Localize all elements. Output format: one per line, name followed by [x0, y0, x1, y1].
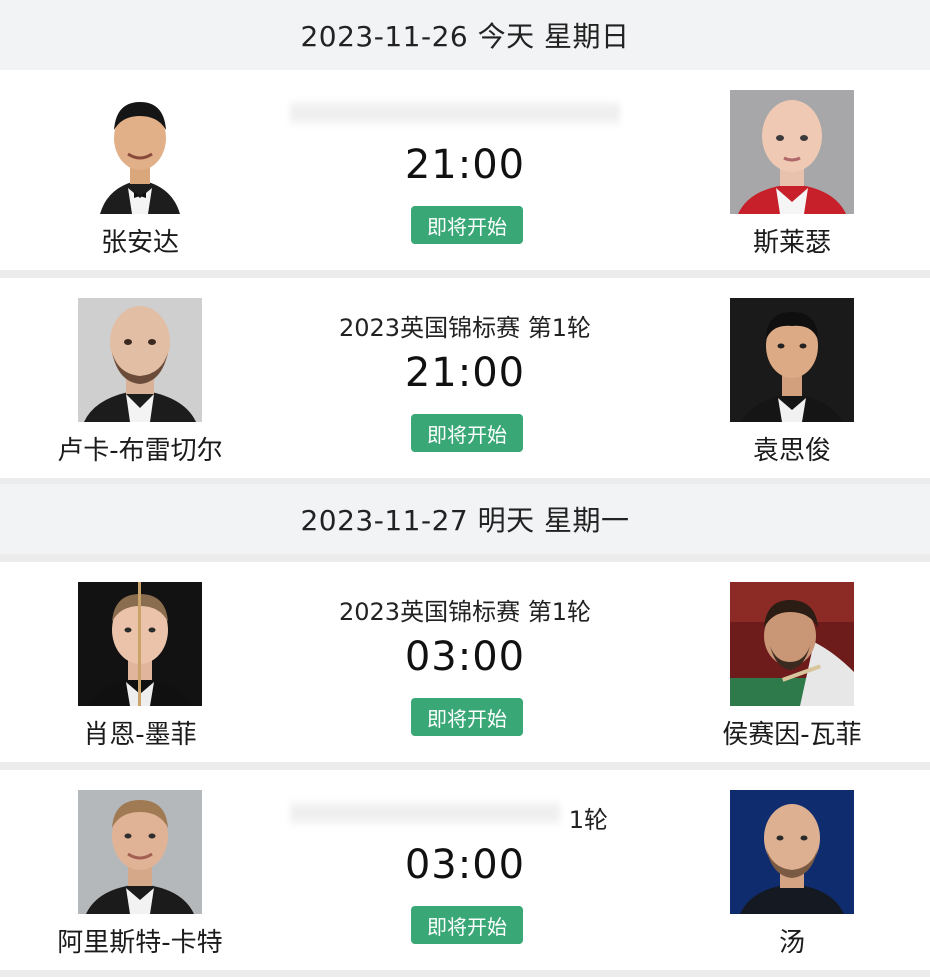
player-avatar	[730, 582, 854, 706]
match-card[interactable]: 阿里斯特-卡特 1轮 03:00 即将开始 汤	[0, 770, 930, 970]
match-card[interactable]: 肖恩-墨菲 2023英国锦标赛 第1轮 03:00 即将开始 侯赛因-瓦菲	[0, 562, 930, 762]
home-player[interactable]: 卢卡-布雷切尔	[10, 278, 270, 478]
tournament-label: 1轮	[568, 806, 608, 834]
away-player[interactable]: 侯赛因-瓦菲	[662, 562, 922, 762]
player-name: 汤	[778, 928, 805, 958]
date-header: 2023-11-27 明天 星期一	[0, 484, 930, 554]
player-name: 卢卡-布雷切尔	[57, 436, 223, 466]
match-time: 21:00	[404, 142, 526, 188]
match-time: 03:00	[404, 842, 526, 888]
player-name: 斯莱瑟	[752, 228, 831, 258]
home-player[interactable]: 张安达	[10, 70, 270, 270]
player-avatar	[78, 90, 202, 214]
player-avatar	[730, 90, 854, 214]
match-info: 2023英国锦标赛 第1轮 21:00 即将开始	[290, 278, 640, 478]
home-player[interactable]: 肖恩-墨菲	[10, 562, 270, 762]
away-player[interactable]: 袁思俊	[662, 278, 922, 478]
player-avatar	[78, 582, 202, 706]
player-avatar	[730, 790, 854, 914]
date-label: 2023-11-26 今天 星期日	[300, 20, 630, 53]
player-avatar	[730, 298, 854, 422]
status-badge[interactable]: 即将开始	[411, 206, 523, 244]
match-time: 21:00	[404, 350, 526, 396]
player-name: 肖恩-墨菲	[83, 720, 197, 750]
match-time: 03:00	[404, 634, 526, 680]
player-name: 侯赛因-瓦菲	[722, 720, 862, 750]
player-avatar	[78, 298, 202, 422]
date-label: 2023-11-27 明天 星期一	[300, 504, 630, 537]
match-info: 2023英国锦标赛 第1轮 03:00 即将开始	[290, 562, 640, 762]
tournament-label	[290, 100, 640, 140]
away-player[interactable]: 汤	[662, 770, 922, 970]
player-name: 张安达	[100, 228, 179, 258]
match-card[interactable]: 张安达 21:00 即将开始 斯莱瑟	[0, 70, 930, 270]
match-info: 21:00 即将开始	[290, 70, 640, 270]
date-header: 2023-11-26 今天 星期日	[0, 0, 930, 70]
status-badge[interactable]: 即将开始	[411, 414, 523, 452]
status-badge[interactable]: 即将开始	[411, 698, 523, 736]
home-player[interactable]: 阿里斯特-卡特	[10, 770, 270, 970]
match-info: 1轮 03:00 即将开始	[290, 770, 640, 970]
status-badge[interactable]: 即将开始	[411, 906, 523, 944]
player-avatar	[78, 790, 202, 914]
match-card[interactable]: 卢卡-布雷切尔 2023英国锦标赛 第1轮 21:00 即将开始 袁思俊	[0, 278, 930, 478]
away-player[interactable]: 斯莱瑟	[662, 70, 922, 270]
player-name: 阿里斯特-卡特	[57, 928, 223, 958]
tournament-label: 2023英国锦标赛 第1轮	[339, 598, 591, 626]
player-name: 袁思俊	[752, 436, 831, 466]
tournament-label: 2023英国锦标赛 第1轮	[339, 314, 591, 342]
